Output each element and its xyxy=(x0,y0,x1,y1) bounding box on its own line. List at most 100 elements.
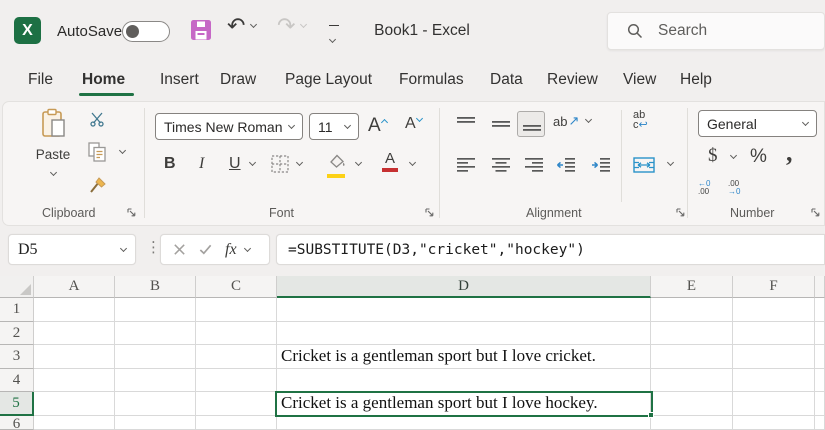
percent-format-button[interactable]: % xyxy=(750,146,767,168)
row-header-3[interactable]: 3 xyxy=(0,345,34,369)
cut-icon[interactable] xyxy=(89,111,105,127)
cell-a3[interactable] xyxy=(34,345,115,369)
search-input[interactable]: Search xyxy=(607,12,825,50)
cell-f5[interactable] xyxy=(733,392,815,416)
paste-button[interactable]: Paste xyxy=(25,108,81,180)
save-icon[interactable] xyxy=(190,19,212,41)
font-size-select[interactable]: 11 xyxy=(309,113,359,140)
merge-center-chevron-icon[interactable] xyxy=(666,158,675,167)
column-header-d-selected[interactable]: D xyxy=(277,276,651,298)
row-header-4[interactable]: 4 xyxy=(0,369,34,392)
cell-f3[interactable] xyxy=(733,345,815,369)
cell-f2[interactable] xyxy=(733,322,815,345)
cell-c5[interactable] xyxy=(196,392,277,416)
cell-f4[interactable] xyxy=(733,369,815,392)
formula-input[interactable]: =SUBSTITUTE(D3,"cricket","hockey") xyxy=(276,234,825,265)
cell-b4[interactable] xyxy=(115,369,196,392)
undo-button[interactable]: ↶ xyxy=(227,15,258,37)
currency-chevron-icon[interactable] xyxy=(729,151,738,160)
middle-align-icon[interactable] xyxy=(491,116,511,132)
cell-d5-active[interactable]: Cricket is a gentleman sport but I love … xyxy=(277,392,651,416)
underline-chevron-icon[interactable] xyxy=(248,158,257,167)
top-align-icon[interactable] xyxy=(456,116,476,132)
column-header-e[interactable]: E xyxy=(651,276,733,298)
cell-b5[interactable] xyxy=(115,392,196,416)
cell-e2[interactable] xyxy=(651,322,733,345)
tab-review[interactable]: Review xyxy=(547,71,598,89)
cancel-icon[interactable] xyxy=(172,242,187,257)
cell-d4[interactable] xyxy=(277,369,651,392)
tab-home[interactable]: Home xyxy=(82,71,125,89)
tab-draw[interactable]: Draw xyxy=(220,71,256,89)
name-box[interactable]: D5 xyxy=(8,234,136,265)
decrease-indent-icon[interactable] xyxy=(556,157,576,173)
wrap-text-button[interactable]: ab c↩ xyxy=(633,110,648,131)
cell-a4[interactable] xyxy=(34,369,115,392)
tab-file[interactable]: File xyxy=(28,71,53,89)
font-name-select[interactable]: Times New Roman xyxy=(155,113,303,140)
alignment-dialog-launcher-icon[interactable] xyxy=(676,208,686,218)
customize-toolbar-button[interactable] xyxy=(328,25,340,47)
autosave-toggle[interactable] xyxy=(122,21,170,42)
cell-a1[interactable] xyxy=(34,298,115,322)
align-center-icon[interactable] xyxy=(491,157,511,173)
tab-page-layout[interactable]: Page Layout xyxy=(285,71,372,89)
font-color-chevron-icon[interactable] xyxy=(408,158,417,167)
column-header-b[interactable]: B xyxy=(115,276,196,298)
increase-indent-icon[interactable] xyxy=(591,157,611,173)
tab-insert[interactable]: Insert xyxy=(160,71,199,89)
drag-dots-icon[interactable]: ⋮ xyxy=(146,238,161,256)
paste-chevron-icon[interactable] xyxy=(49,168,57,177)
number-format-select[interactable]: General xyxy=(698,110,817,137)
cell-e5[interactable] xyxy=(651,392,733,416)
cell-c4[interactable] xyxy=(196,369,277,392)
copy-chevron-icon[interactable] xyxy=(118,146,127,155)
fx-chevron-icon[interactable] xyxy=(243,244,251,252)
cell-a5[interactable] xyxy=(34,392,115,416)
cell-a2[interactable] xyxy=(34,322,115,345)
fill-color-chevron-icon[interactable] xyxy=(354,158,363,167)
row-header-5-selected[interactable]: 5 xyxy=(0,392,34,416)
bold-button[interactable]: B xyxy=(164,155,176,173)
cell-d2[interactable] xyxy=(277,322,651,345)
bottom-align-button-selected[interactable] xyxy=(517,111,545,137)
row-header-1[interactable]: 1 xyxy=(0,298,34,322)
italic-button[interactable]: I xyxy=(199,155,204,173)
underline-button[interactable]: U xyxy=(229,155,241,173)
cell-c2[interactable] xyxy=(196,322,277,345)
tab-data[interactable]: Data xyxy=(490,71,523,89)
cell-b2[interactable] xyxy=(115,322,196,345)
align-left-icon[interactable] xyxy=(456,157,476,173)
tab-formulas[interactable]: Formulas xyxy=(399,71,464,89)
column-header-c[interactable]: C xyxy=(196,276,277,298)
cell-d3[interactable]: Cricket is a gentleman sport but I love … xyxy=(277,345,651,369)
cell-e4[interactable] xyxy=(651,369,733,392)
cell-c3[interactable] xyxy=(196,345,277,369)
cell-e3[interactable] xyxy=(651,345,733,369)
cell-e1[interactable] xyxy=(651,298,733,322)
borders-icon[interactable] xyxy=(271,155,289,173)
orientation-button[interactable]: ab ↗ xyxy=(553,113,593,129)
cell-b1[interactable] xyxy=(115,298,196,322)
copy-icon[interactable] xyxy=(88,142,106,162)
cell-f1[interactable] xyxy=(733,298,815,322)
cell-c1[interactable] xyxy=(196,298,277,322)
tab-view[interactable]: View xyxy=(623,71,656,89)
increase-decimal-button[interactable]: ←0 .00 xyxy=(698,180,710,196)
decrease-font-size-button[interactable]: A xyxy=(405,114,423,133)
font-color-button[interactable]: A xyxy=(382,151,398,172)
font-dialog-launcher-icon[interactable] xyxy=(425,208,435,218)
undo-chevron-icon[interactable] xyxy=(250,20,258,29)
merge-center-icon[interactable] xyxy=(633,157,655,173)
fill-color-button[interactable] xyxy=(327,153,347,178)
enter-icon[interactable] xyxy=(198,242,213,257)
number-dialog-launcher-icon[interactable] xyxy=(811,208,821,218)
cell-d1[interactable] xyxy=(277,298,651,322)
increase-font-size-button[interactable]: A xyxy=(368,115,388,137)
decrease-decimal-button[interactable]: .00 →0 xyxy=(728,180,740,196)
align-right-icon[interactable] xyxy=(524,157,544,173)
row-header-2[interactable]: 2 xyxy=(0,322,34,345)
format-painter-icon[interactable] xyxy=(88,175,108,195)
tab-help[interactable]: Help xyxy=(680,71,712,89)
comma-format-button[interactable]: , xyxy=(786,138,793,168)
